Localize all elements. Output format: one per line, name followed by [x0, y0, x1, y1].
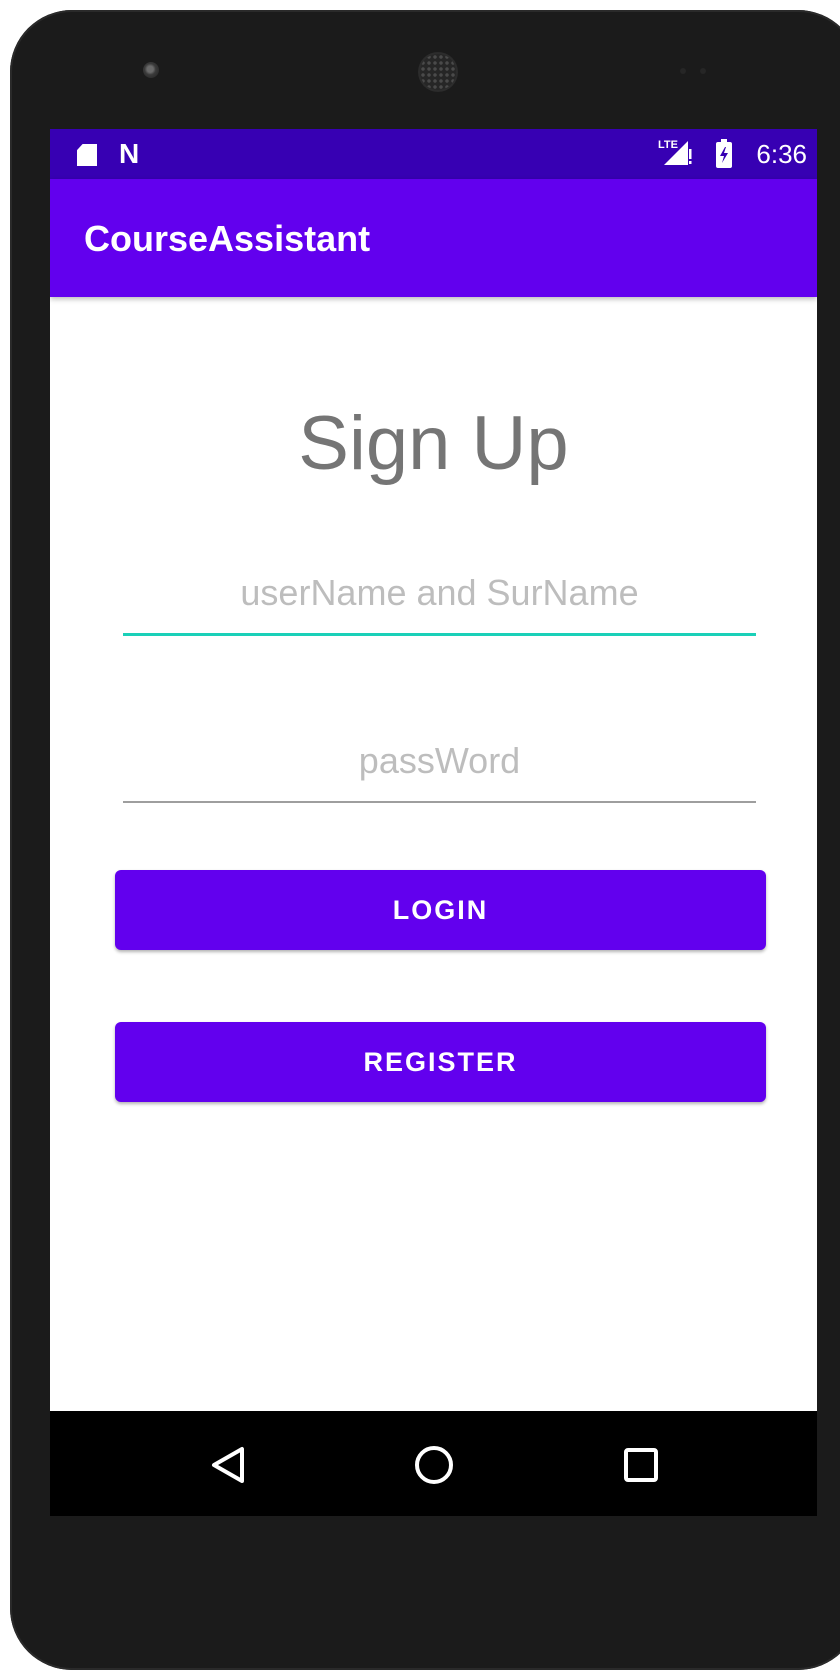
- username-input[interactable]: [123, 553, 756, 636]
- proximity-sensor: [680, 68, 686, 74]
- login-button[interactable]: LOGIN: [115, 870, 766, 950]
- navigation-bar: [50, 1411, 817, 1516]
- back-button[interactable]: [199, 1441, 259, 1489]
- status-bar: N LTE 6:36: [50, 129, 817, 179]
- page-title: Sign Up: [298, 401, 569, 486]
- light-sensor: [700, 68, 706, 74]
- back-icon: [212, 1447, 244, 1483]
- register-button[interactable]: REGISTER: [115, 1022, 766, 1102]
- phone-frame: N LTE 6:36 CourseAssistant Sign Up LOGIN…: [10, 10, 840, 1670]
- app-title: CourseAssistant: [84, 218, 371, 259]
- recents-icon: [624, 1448, 658, 1482]
- front-camera: [143, 62, 159, 78]
- home-button[interactable]: [404, 1441, 464, 1489]
- signal-icon: [664, 141, 692, 165]
- status-time: 6:36: [756, 139, 807, 169]
- home-icon: [415, 1446, 453, 1484]
- app-bar: CourseAssistant: [50, 179, 817, 297]
- sd-card-icon: [77, 144, 97, 166]
- recents-button[interactable]: [611, 1441, 671, 1489]
- n-icon: N: [119, 138, 139, 169]
- earpiece-speaker: [420, 54, 456, 90]
- screen: N LTE 6:36 CourseAssistant Sign Up LOGIN…: [50, 129, 817, 1516]
- password-input[interactable]: [123, 721, 756, 803]
- battery-icon: [716, 139, 732, 168]
